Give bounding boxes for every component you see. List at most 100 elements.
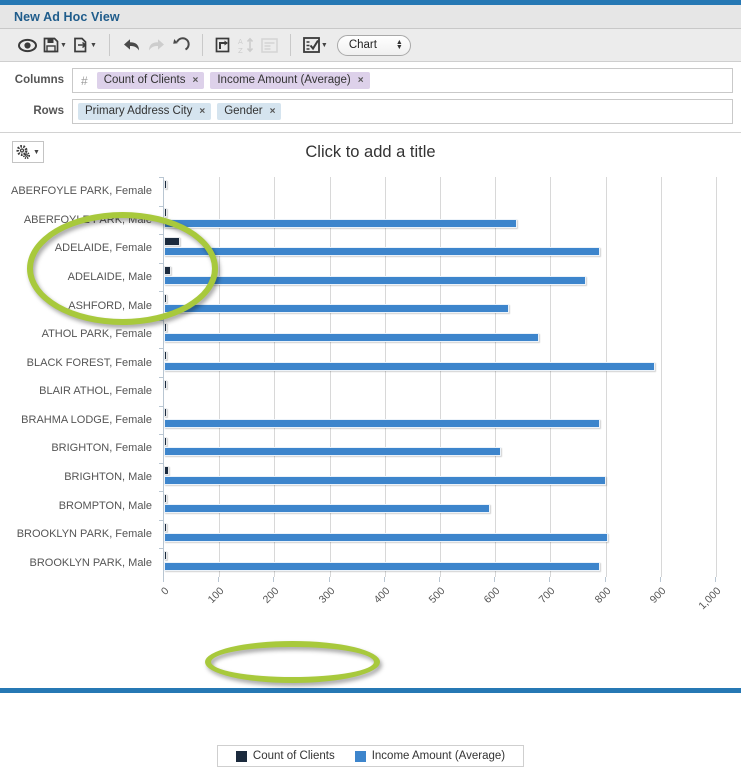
bar-income-amount-average[interactable] (164, 304, 509, 314)
column-chip-count-of-clients[interactable]: Count of Clients × (96, 72, 205, 89)
y-axis-tick (159, 348, 164, 350)
x-axis-tick-label: 1,000 (696, 585, 724, 613)
bar-count-of-clients[interactable] (164, 522, 167, 532)
stepper-arrows-icon: ▲ ▼ (395, 39, 403, 51)
revert-circular-arrow-icon (172, 36, 190, 54)
column-chip-income-amount-average[interactable]: Income Amount (Average) × (210, 72, 370, 89)
toolbar-group-file: ▼ ▼ (8, 29, 107, 61)
bar-income-amount-average[interactable] (164, 275, 587, 285)
chip-label: Primary Address City (85, 105, 193, 117)
x-axis-tick-label: 900 (647, 585, 669, 606)
close-icon[interactable]: × (270, 106, 276, 117)
bar-count-of-clients[interactable] (164, 408, 167, 418)
bar-income-amount-average[interactable] (164, 475, 606, 485)
bar-count-of-clients[interactable] (164, 494, 167, 504)
gridline (329, 177, 331, 577)
toolbar: ▼ ▼ A Z ▼ Chart ▲ ▼ (0, 29, 741, 62)
bar-count-of-clients[interactable] (164, 237, 180, 246)
y-axis-category-label: BRIGHTON, Male (64, 471, 152, 483)
x-axis-tick (218, 577, 220, 582)
chevron-down-icon: ▼ (320, 41, 328, 49)
y-axis-tick (159, 377, 164, 378)
svg-text:Z: Z (238, 47, 243, 54)
x-axis-tick-label: 700 (536, 585, 558, 606)
y-axis-tick (159, 319, 164, 321)
x-axis-tick-label: 400 (371, 585, 393, 606)
gridline (550, 177, 552, 577)
bar-income-amount-average[interactable] (164, 247, 601, 257)
bar-count-of-clients[interactable] (164, 551, 167, 561)
bar-count-of-clients[interactable] (164, 379, 167, 389)
plot-area (159, 177, 717, 577)
x-axis-tick (439, 577, 440, 582)
eye-icon (18, 36, 37, 55)
gridline (495, 177, 497, 577)
y-axis-tick (159, 462, 164, 464)
legend-item-income-amount-average[interactable]: Income Amount (Average) (345, 750, 515, 762)
bar-count-of-clients[interactable] (164, 208, 167, 218)
export-button[interactable]: ▼ (70, 33, 100, 57)
columns-shelf-dropzone[interactable]: # Count of Clients × Income Amount (Aver… (72, 68, 733, 93)
bar-count-of-clients[interactable] (164, 294, 167, 304)
highlight-ellipse-legend (205, 641, 380, 683)
page-title: New Ad Hoc View (14, 9, 120, 24)
display-preview-button[interactable] (15, 33, 40, 57)
chart-panel: ▼ Click to add a title ABERFOYLE PARK, F… (0, 133, 741, 767)
bottom-accent-stripe (0, 688, 741, 693)
svg-text:A: A (238, 38, 243, 46)
bar-income-amount-average[interactable] (164, 218, 518, 228)
bar-count-of-clients[interactable] (164, 179, 167, 189)
sort-az-icon: AZ (238, 37, 255, 54)
y-axis-category-label: ABERFOYLE PARK, Male (23, 213, 152, 226)
redo-button[interactable] (144, 33, 169, 57)
bar-income-amount-average[interactable] (164, 333, 540, 342)
legend-item-count-of-clients[interactable]: Count of Clients (226, 750, 345, 762)
columns-shelf: Columns # Count of Clients × Income Amou… (0, 62, 741, 93)
bar-income-amount-average[interactable] (164, 561, 601, 571)
chip-label: Gender (224, 105, 263, 117)
bar-count-of-clients[interactable] (164, 351, 167, 361)
y-axis-tick (159, 491, 164, 493)
row-chip-gender[interactable]: Gender × (217, 103, 282, 120)
sort-button[interactable]: AZ (235, 33, 258, 57)
bar-income-amount-average[interactable] (164, 447, 501, 457)
x-axis-tick-label: 500 (426, 585, 448, 606)
y-axis-category-label: BROOKLYN PARK, Male (29, 556, 152, 569)
save-button[interactable]: ▼ (40, 33, 70, 57)
x-axis-tick-label: 100 (205, 585, 227, 606)
revert-button[interactable] (169, 33, 193, 57)
x-axis-tick (715, 577, 716, 582)
gridline (274, 177, 276, 577)
bar-count-of-clients[interactable] (164, 437, 167, 446)
bar-income-amount-average[interactable] (164, 418, 601, 428)
bar-count-of-clients[interactable] (164, 265, 172, 275)
switch-group-button[interactable] (212, 33, 235, 57)
bar-count-of-clients[interactable] (164, 322, 167, 332)
gridline (660, 177, 662, 577)
rows-shelf-dropzone[interactable]: Primary Address City × Gender × (72, 99, 733, 124)
close-icon[interactable]: × (358, 75, 364, 86)
x-axis-tick (659, 577, 661, 582)
legend-swatch (354, 750, 366, 762)
y-axis-tick (159, 291, 164, 293)
chevron-down-icon: ▼ (89, 41, 97, 49)
close-icon[interactable]: × (199, 106, 205, 117)
close-icon[interactable]: × (193, 75, 199, 86)
gridline (605, 177, 607, 577)
y-axis-category-label: BROOKLYN PARK, Female (16, 528, 152, 541)
bar-income-amount-average[interactable] (164, 533, 609, 542)
x-axis-tick-label: 800 (592, 585, 614, 606)
page-options-button[interactable] (258, 33, 281, 57)
y-axis-tick (159, 262, 164, 264)
bar-income-amount-average[interactable] (164, 504, 490, 514)
gridline (384, 177, 386, 577)
bar-income-amount-average[interactable] (164, 361, 656, 371)
bar-count-of-clients[interactable] (164, 465, 169, 475)
row-chip-primary-address-city[interactable]: Primary Address City × (78, 103, 212, 120)
chart-type-select[interactable]: Chart ▲ ▼ (336, 34, 411, 56)
export-page-icon (73, 37, 89, 53)
undo-button[interactable] (119, 33, 144, 57)
x-axis-tick-label: 0 (158, 585, 172, 598)
select-visualization-button[interactable]: ▼ (300, 33, 331, 57)
chart-title-placeholder[interactable]: Click to add a title (0, 143, 741, 162)
